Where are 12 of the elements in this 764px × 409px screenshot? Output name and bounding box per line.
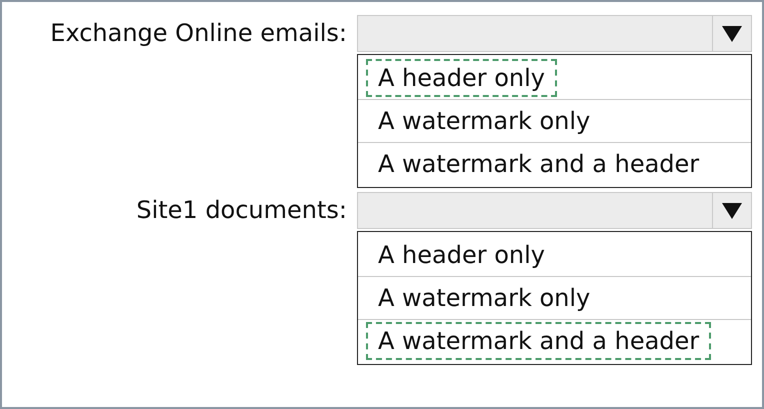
- dropdown-option[interactable]: A watermark only: [366, 279, 602, 317]
- dropdown-option[interactable]: A header only: [366, 236, 557, 274]
- dropdown[interactable]: [357, 15, 752, 52]
- dropdown-option[interactable]: A watermark and a header: [366, 322, 712, 360]
- question-label: Site1 documents:: [135, 195, 347, 226]
- question-label: Exchange Online emails:: [49, 18, 347, 49]
- caret-icon: [722, 202, 742, 218]
- dropdown[interactable]: [357, 192, 752, 229]
- caret-icon: [722, 26, 742, 42]
- dropdown-option[interactable]: A watermark only: [366, 102, 602, 140]
- dropdown-option[interactable]: A header only: [366, 59, 557, 97]
- dropdown-option[interactable]: A watermark and a header: [366, 145, 712, 183]
